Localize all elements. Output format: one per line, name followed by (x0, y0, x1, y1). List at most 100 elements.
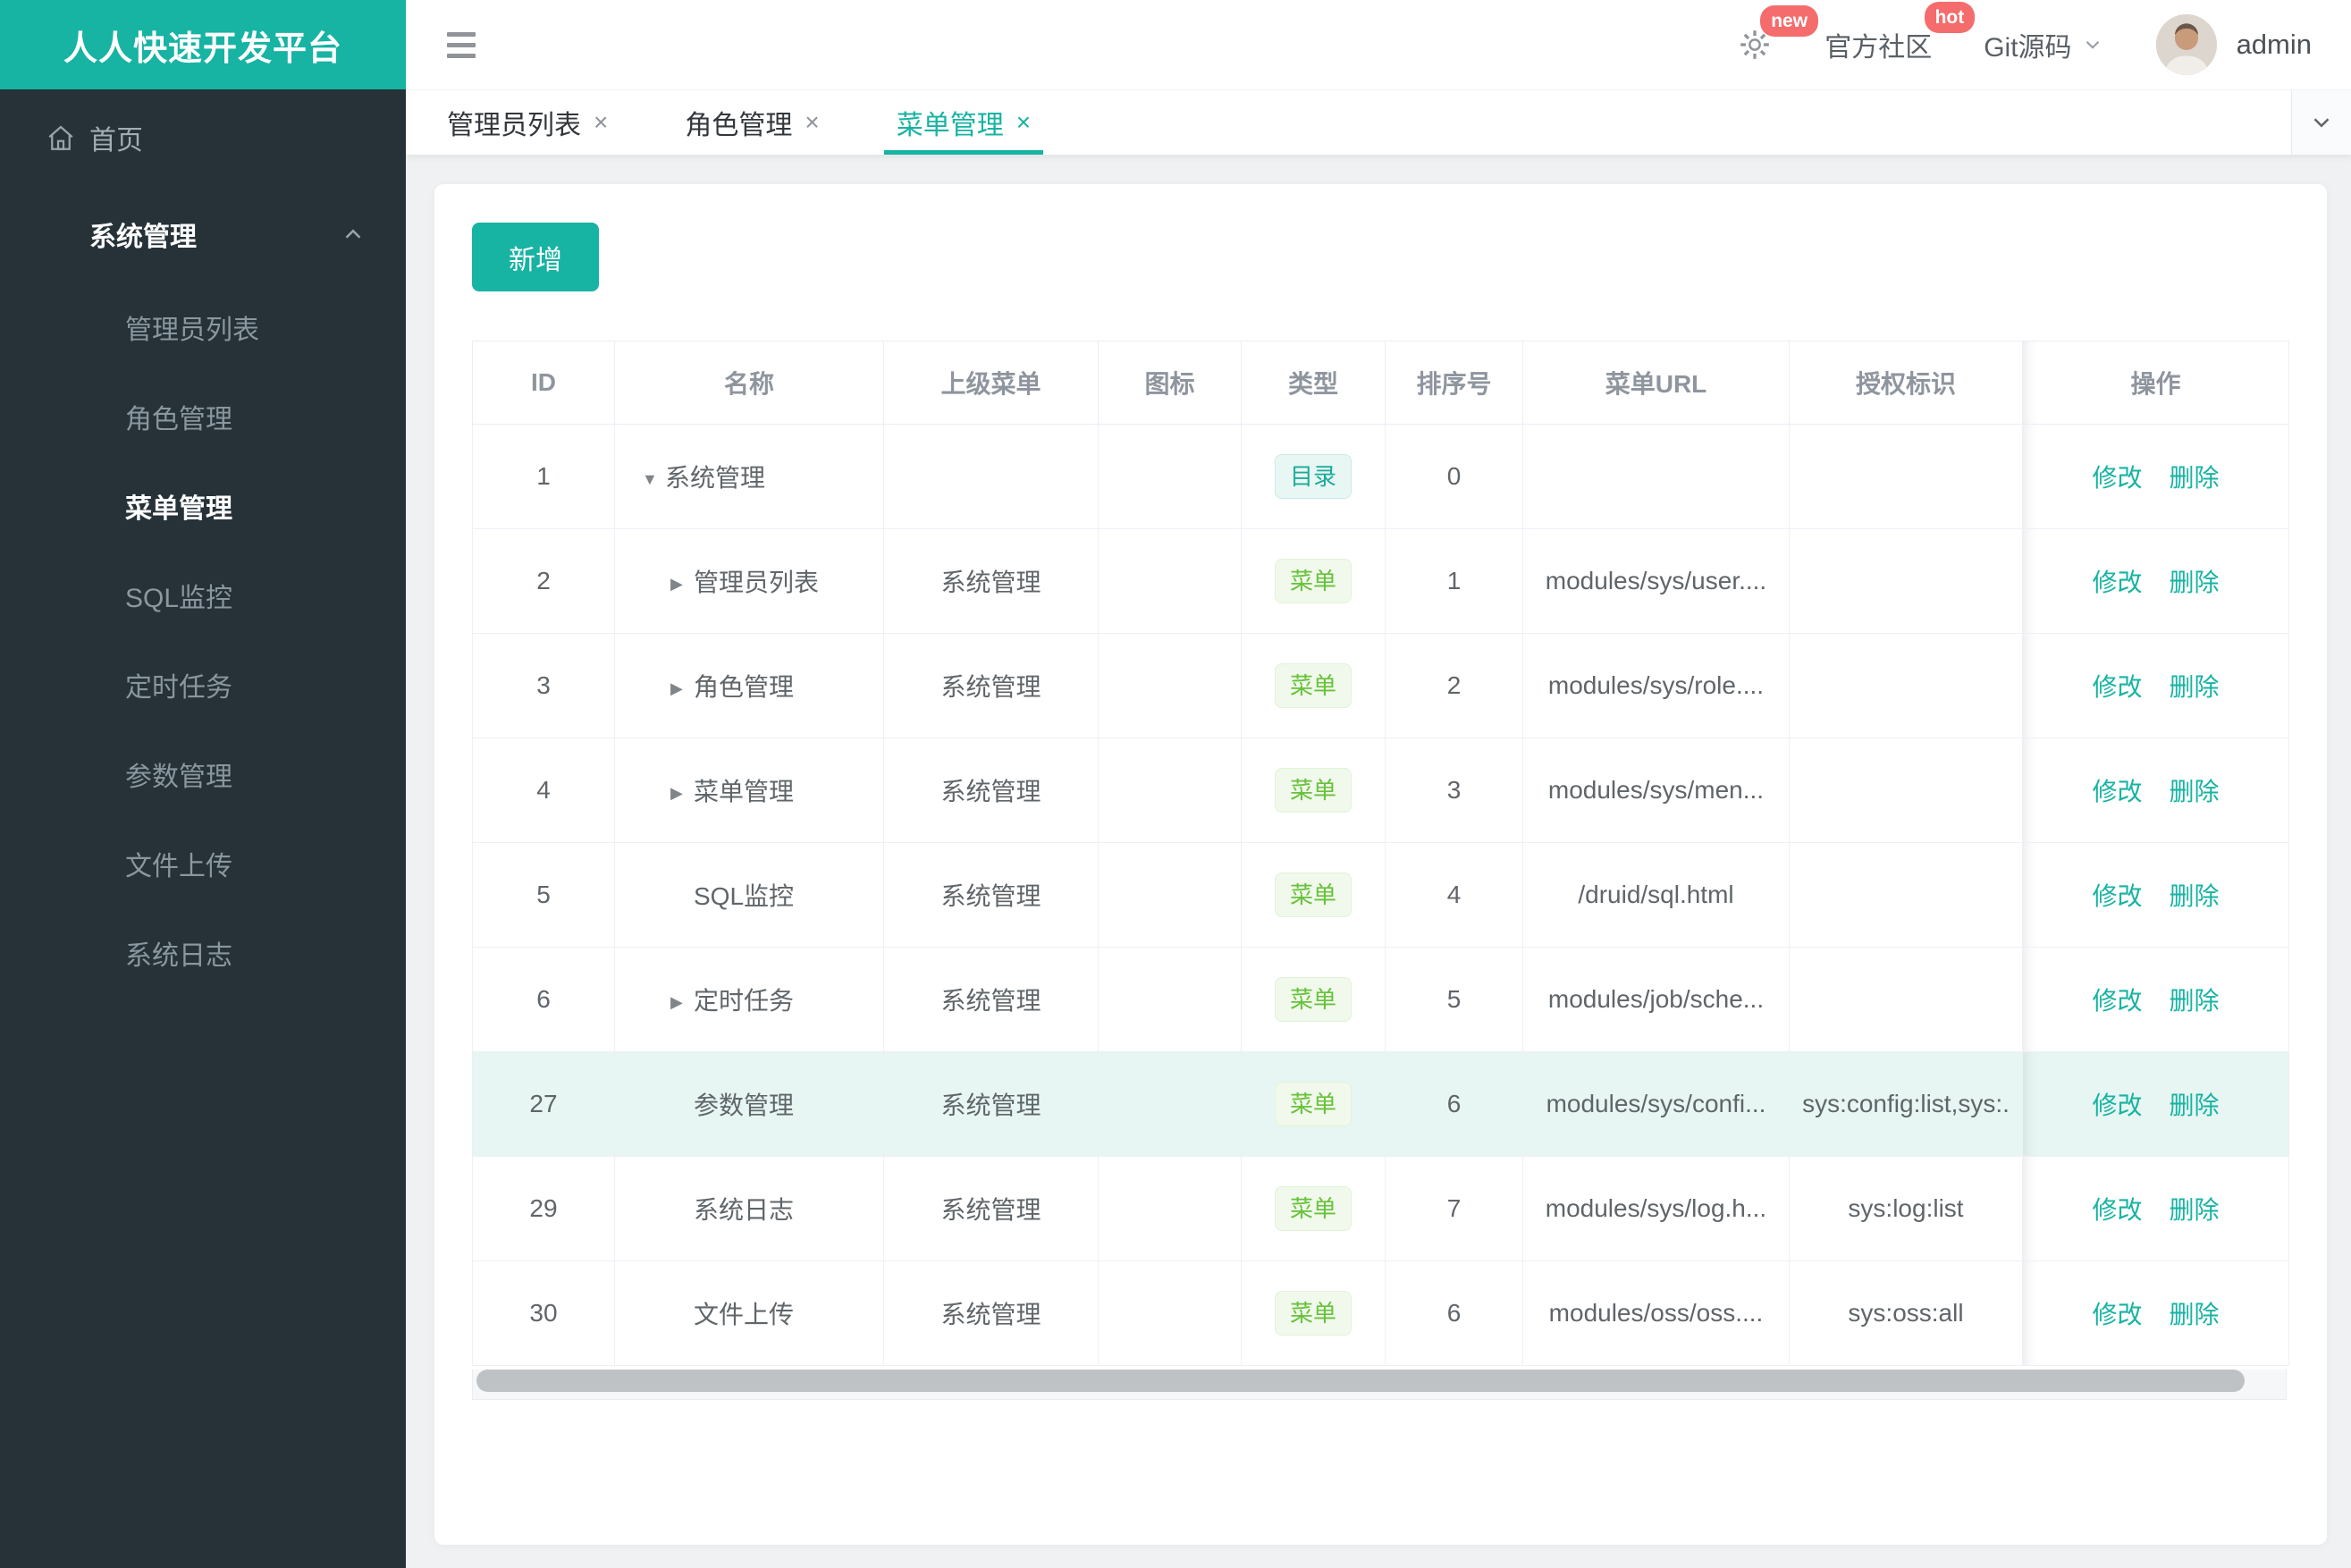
sidebar-item[interactable]: 系统日志 (0, 908, 406, 998)
column-header: 操作 (2022, 341, 2289, 425)
expand-arrow-icon[interactable]: ▶ (670, 784, 694, 803)
delete-link[interactable]: 删除 (2170, 569, 2220, 596)
sidebar-item[interactable]: 参数管理 (0, 729, 406, 819)
cell-parent: 系统管理 (883, 1156, 1099, 1261)
delete-link[interactable]: 删除 (2170, 464, 2220, 492)
table-row[interactable]: 1 ▼ 系统管理 目录 0 修改 删除 (472, 424, 2289, 529)
avatar[interactable] (2155, 14, 2217, 75)
cell-id: 6 (472, 947, 615, 1052)
user-menu[interactable]: admin (2155, 14, 2312, 75)
git-source-label: Git源码 (1984, 33, 2072, 63)
tabs-dropdown-button[interactable] (2291, 90, 2351, 155)
tab-item[interactable]: 角色管理 × (667, 90, 837, 155)
table-row[interactable]: 6 ▶ 定时任务 系统管理 菜单 5 modules/job/sche... 修改 删除 (472, 947, 2289, 1052)
horizontal-scrollbar[interactable] (472, 1370, 2287, 1400)
edit-link[interactable]: 修改 (2092, 1092, 2142, 1119)
cell-icon (1098, 1260, 1242, 1366)
cell-type: 菜单 (1241, 1260, 1386, 1366)
tab-item[interactable]: 管理员列表 × (429, 90, 626, 155)
close-icon[interactable]: × (1016, 108, 1031, 137)
settings-button[interactable]: new (1737, 5, 1819, 63)
type-tag: 菜单 (1274, 1186, 1352, 1231)
username[interactable]: admin (2237, 29, 2312, 61)
expand-arrow-icon[interactable]: ▶ (670, 575, 694, 594)
cell-icon (1098, 842, 1242, 948)
cell-id: 1 (472, 424, 615, 529)
delete-link[interactable]: 删除 (2170, 778, 2220, 805)
delete-link[interactable]: 删除 (2170, 882, 2220, 910)
cell-url (1522, 424, 1790, 529)
cell-parent: 系统管理 (883, 947, 1099, 1052)
cell-actions: 修改 删除 (2022, 528, 2289, 634)
table-row[interactable]: 3 ▶ 角色管理 系统管理 菜单 2 modules/sys/role.... 修改 删除 (472, 633, 2289, 738)
edit-link[interactable]: 修改 (2092, 673, 2142, 701)
chevron-up-icon (340, 221, 367, 248)
scrollbar-thumb[interactable] (476, 1370, 2245, 1392)
expand-arrow-icon[interactable]: ▶ (670, 679, 694, 698)
delete-link[interactable]: 删除 (2170, 673, 2220, 701)
cell-actions: 修改 删除 (2022, 1051, 2289, 1157)
edit-link[interactable]: 修改 (2092, 987, 2142, 1015)
cell-auth (1789, 528, 2023, 634)
edit-link[interactable]: 修改 (2092, 464, 2142, 492)
menu-name: 管理员列表 (694, 569, 820, 596)
table-row[interactable]: 5 SQL监控 系统管理 菜单 4/druid/sql.html 修改 删除 (472, 842, 2289, 948)
type-tag: 菜单 (1274, 873, 1352, 917)
edit-link[interactable]: 修改 (2092, 1301, 2142, 1328)
edit-link[interactable]: 修改 (2092, 778, 2142, 805)
menu-toggle-button[interactable] (445, 22, 477, 68)
table-row[interactable]: 2 ▶ 管理员列表 系统管理 菜单 1 modules/sys/user.... 修改 删除 (472, 528, 2289, 634)
menu-name: 系统管理 (665, 464, 766, 492)
menu-name: SQL监控 (694, 882, 795, 910)
cell-parent: 系统管理 (883, 842, 1099, 948)
cell-actions: 修改 删除 (2022, 1156, 2289, 1261)
edit-link[interactable]: 修改 (2092, 1196, 2142, 1224)
cell-actions: 修改 删除 (2022, 738, 2289, 843)
sidebar-item-home[interactable]: 首页 (0, 89, 406, 186)
delete-link[interactable]: 删除 (2170, 1092, 2220, 1119)
cell-auth (1789, 424, 2023, 529)
edit-link[interactable]: 修改 (2092, 569, 2142, 596)
sidebar-item[interactable]: 菜单管理 (0, 461, 406, 551)
sidebar-item[interactable]: 角色管理 (0, 372, 406, 461)
delete-link[interactable]: 删除 (2170, 987, 2220, 1015)
edit-link[interactable]: 修改 (2092, 882, 2142, 910)
cell-sort: 6 (1385, 1260, 1523, 1366)
table-row[interactable]: 27 参数管理 系统管理 菜单 6 modules/sys/confi... sys:con… (472, 1051, 2289, 1157)
cell-auth (1789, 947, 2023, 1052)
close-icon[interactable]: × (594, 108, 608, 137)
topbar: new 官方社区 hot Git源码 admin (406, 0, 2351, 89)
cell-url: /druid/sql.html (1522, 842, 1790, 948)
cell-name: ▶ 菜单管理 (614, 738, 884, 843)
git-source-dropdown[interactable]: Git源码 (1984, 25, 2103, 64)
sidebar-group-system[interactable]: 系统管理 (0, 186, 406, 282)
table-row[interactable]: 29 系统日志 系统管理 菜单 7 modules/sys/log.h... sys:log… (472, 1156, 2289, 1261)
collapse-arrow-icon[interactable]: ▼ (642, 470, 665, 489)
sidebar-item[interactable]: SQL监控 (0, 551, 406, 640)
sidebar-item[interactable]: 文件上传 (0, 819, 406, 908)
delete-link[interactable]: 删除 (2170, 1301, 2220, 1328)
add-button[interactable]: 新增 (472, 223, 599, 291)
tab-active[interactable]: 菜单管理 × (879, 90, 1049, 155)
sidebar-item[interactable]: 定时任务 (0, 640, 406, 729)
expand-arrow-icon[interactable]: ▶ (670, 993, 694, 1012)
cell-actions: 修改 删除 (2022, 633, 2289, 738)
sidebar-item[interactable]: 管理员列表 (0, 282, 406, 372)
cell-sort: 2 (1385, 633, 1523, 738)
table-row[interactable]: 30 文件上传 系统管理 菜单 6 modules/oss/oss.... sys:oss:… (472, 1260, 2289, 1366)
column-header: 图标 (1098, 341, 1242, 425)
cell-type: 菜单 (1241, 633, 1386, 738)
cell-url: modules/sys/log.h... (1522, 1156, 1790, 1261)
delete-link[interactable]: 删除 (2170, 1196, 2220, 1224)
close-icon[interactable]: × (805, 108, 819, 137)
cell-name: SQL监控 (614, 842, 884, 948)
cell-id: 3 (472, 633, 615, 738)
cell-type: 菜单 (1241, 1051, 1386, 1157)
column-header: ID (472, 341, 615, 425)
community-link[interactable]: 官方社区 hot (1824, 2, 1976, 64)
type-tag: 菜单 (1274, 768, 1352, 813)
cell-parent: 系统管理 (883, 738, 1099, 843)
table-row[interactable]: 4 ▶ 菜单管理 系统管理 菜单 3 modules/sys/men... 修改 删除 (472, 738, 2289, 843)
menu-table: ID 名称 上级菜单 图标 类型 排序号 菜单URL 授权标识 操作 1 ▼ 系统管理 目录 0 修改 删除… (472, 341, 2289, 1366)
cell-parent (883, 424, 1099, 529)
